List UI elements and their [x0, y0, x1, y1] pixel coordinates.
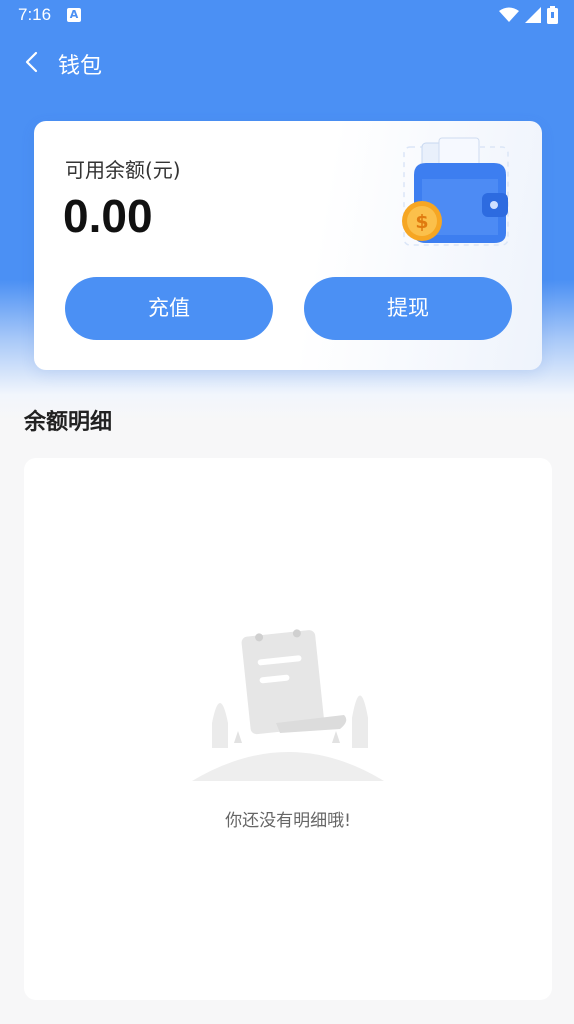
nav-bar: 钱包	[0, 40, 574, 84]
status-time: 7:16	[18, 5, 52, 24]
withdraw-button[interactable]: 提现	[304, 277, 512, 340]
svg-text:$: $	[415, 211, 428, 233]
battery-icon	[547, 6, 558, 24]
balance-detail-panel: 你还没有明细哦!	[24, 458, 552, 1000]
balance-label: 可用余额(元)	[65, 158, 181, 182]
a-notification-icon: A	[67, 8, 81, 22]
empty-receipt-icon	[192, 629, 384, 781]
wallet-card: 可用余额(元) 0.00 $ 充值 提现	[34, 121, 542, 370]
page-title: 钱包	[58, 54, 103, 79]
status-bar: 7:16 A	[0, 0, 574, 30]
balance-value: 0.00	[63, 190, 153, 242]
wifi-icon	[499, 7, 519, 22]
signal-icon	[525, 7, 541, 23]
recharge-button[interactable]: 充值	[65, 277, 273, 340]
wallet-coin-icon: $	[402, 137, 509, 246]
section-title: 余额明细	[24, 410, 113, 435]
status-icons	[499, 6, 558, 24]
empty-state-text: 你还没有明细哦!	[225, 811, 351, 831]
chevron-left-icon[interactable]	[20, 48, 44, 76]
